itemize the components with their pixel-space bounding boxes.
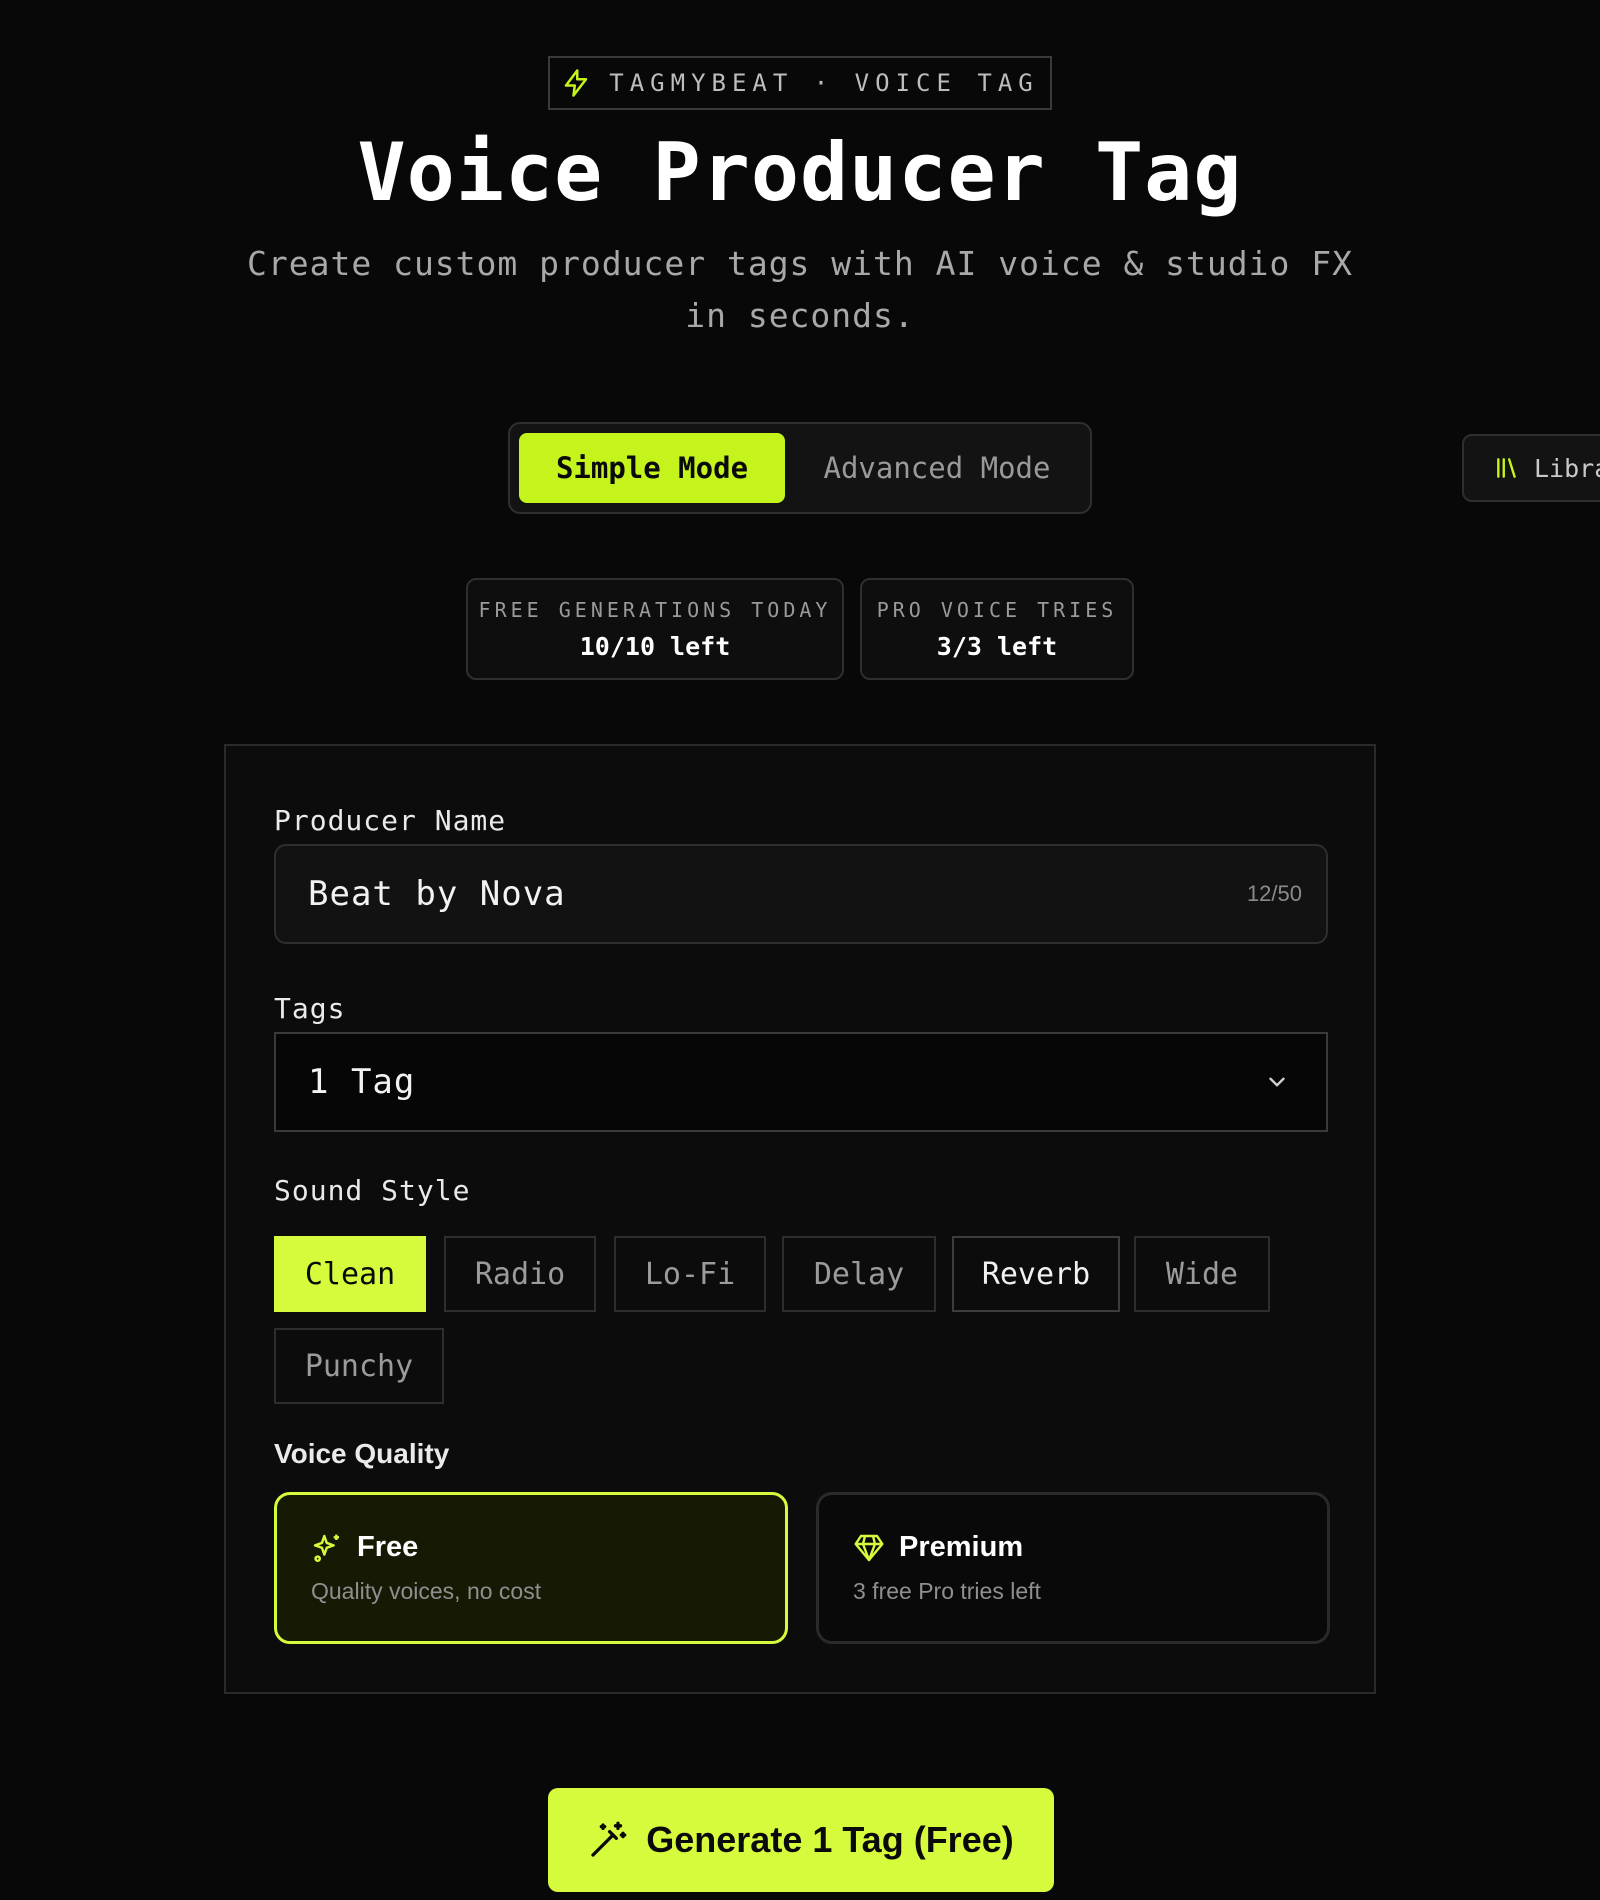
magic-wand-icon [591, 1821, 627, 1857]
pro-voice-value: 3/3 left [936, 631, 1058, 661]
free-option-description: Quality voices, no cost [311, 1578, 542, 1604]
free-generations-stat: FREE GENERATIONS TODAY 10/10 left [466, 578, 844, 680]
library-button-label: Libra [1534, 453, 1600, 483]
diamond-icon [854, 1534, 884, 1561]
sparkles-icon [313, 1534, 339, 1562]
producer-name-input[interactable]: Beat by Nova 12/50 [274, 844, 1328, 944]
premium-option-title: Premium [899, 1531, 1024, 1563]
tags-select[interactable]: 1 Tag [274, 1032, 1328, 1132]
style-chip-delay[interactable]: Delay [782, 1236, 936, 1312]
style-chip-wide[interactable]: Wide [1134, 1236, 1270, 1312]
style-chip-radio[interactable]: Radio [444, 1236, 596, 1312]
free-generations-label: FREE GENERATIONS TODAY [478, 597, 832, 622]
brand-badge: TAGMYBEAT · VOICE TAG [548, 56, 1052, 110]
pro-voice-stat: PRO VOICE TRIES 3/3 left [860, 578, 1134, 680]
simple-mode-button[interactable]: Simple Mode [519, 433, 785, 503]
style-chip-punchy[interactable]: Punchy [274, 1328, 444, 1404]
style-chip-lofi[interactable]: Lo-Fi [614, 1236, 766, 1312]
voice-quality-label: Voice Quality [274, 1438, 450, 1469]
advanced-mode-button[interactable]: Advanced Mode [793, 433, 1081, 503]
chevron-down-icon [1269, 1077, 1285, 1087]
free-option-title: Free [357, 1531, 419, 1563]
tags-label: Tags [274, 992, 346, 1025]
page-title: Voice Producer Tag [357, 126, 1243, 219]
generate-button-label: Generate 1 Tag (Free) [646, 1819, 1014, 1860]
voice-quality-free-option[interactable]: Free Quality voices, no cost [274, 1492, 788, 1644]
sound-style-label: Sound Style [274, 1174, 471, 1207]
style-chip-clean[interactable]: Clean [274, 1236, 426, 1312]
pro-voice-label: PRO VOICE TRIES [876, 597, 1118, 622]
lightning-icon [565, 69, 588, 97]
free-generations-value: 10/10 left [579, 631, 731, 661]
page-subtitle: Create custom producer tags with AI voic… [247, 244, 1353, 335]
producer-name-label: Producer Name [274, 804, 507, 837]
voice-quality-premium-option[interactable]: Premium 3 free Pro tries left [816, 1492, 1330, 1644]
library-icon [1497, 458, 1516, 478]
producer-name-value: Beat by Nova [308, 874, 566, 914]
character-counter: 12/50 [1246, 881, 1302, 906]
library-button[interactable]: Libra [1462, 434, 1600, 502]
page: TAGMYBEAT · VOICE TAG Voice Producer Tag… [0, 0, 1600, 1900]
premium-option-description: 3 free Pro tries left [853, 1578, 1041, 1604]
tag-form-panel: Producer Name Beat by Nova 12/50 Tags 1 … [224, 744, 1376, 1694]
style-chip-reverb[interactable]: Reverb [952, 1236, 1120, 1312]
mode-toggle: Simple Mode Advanced Mode [508, 422, 1092, 514]
generate-button[interactable]: Generate 1 Tag (Free) [548, 1788, 1054, 1892]
brand-badge-text: TAGMYBEAT · VOICE TAG [609, 69, 1039, 97]
tags-select-value: 1 Tag [308, 1062, 416, 1102]
